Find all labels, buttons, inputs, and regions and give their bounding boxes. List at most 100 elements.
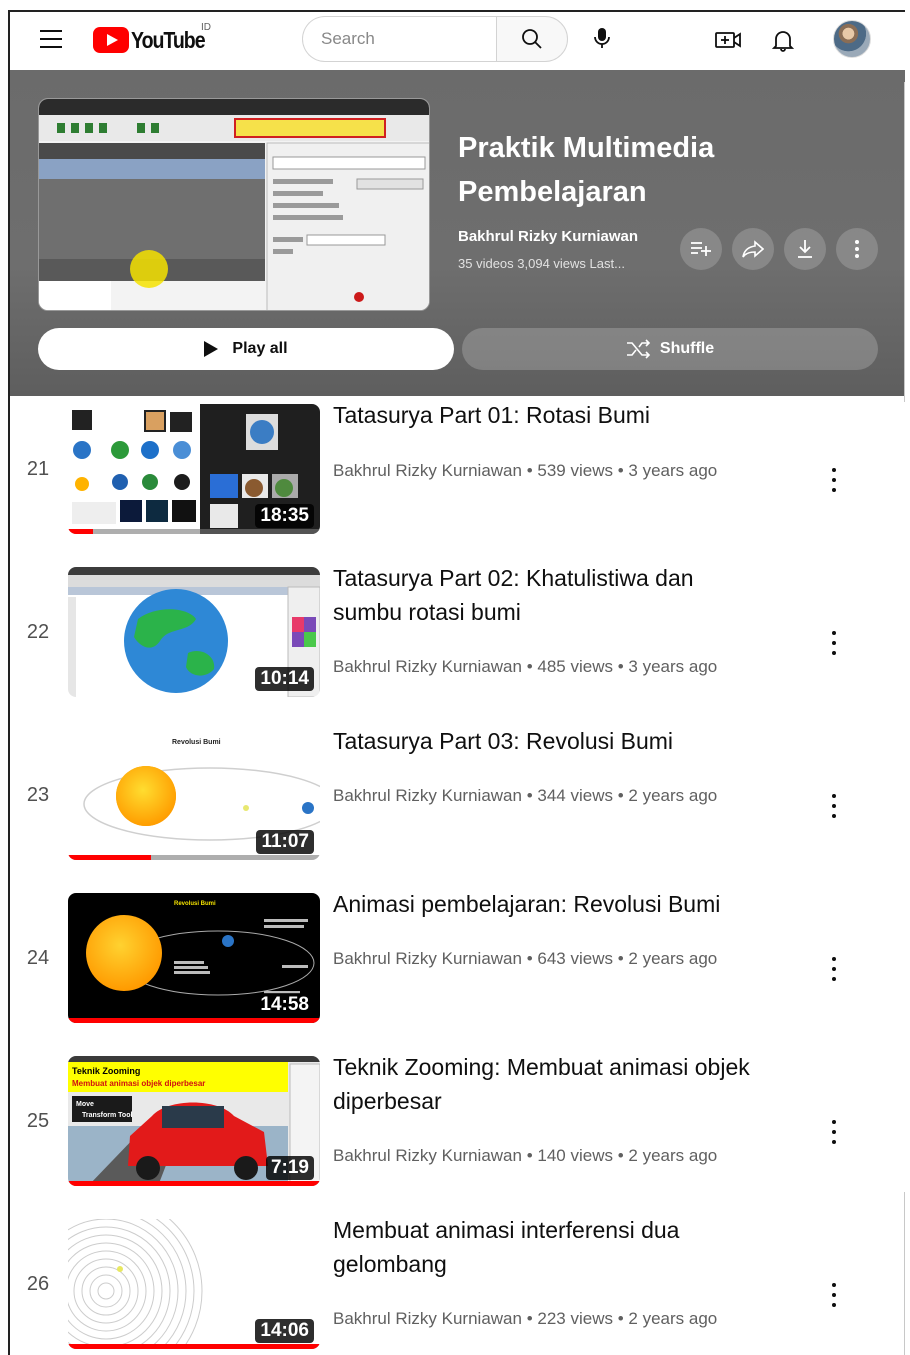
scrollbar-thumb[interactable]	[904, 1192, 905, 1355]
notifications-button[interactable]	[765, 22, 801, 58]
video-duration: 10:14	[255, 667, 314, 691]
video-title-line: gelombang	[333, 1251, 447, 1277]
video-index: 26	[26, 1273, 50, 1295]
app-frame: YouTube ID Search Praktik Multimedia Pem…	[8, 10, 905, 1355]
thumbnail-caption: Membuat animasi objek diperbesar	[72, 1079, 205, 1088]
video-thumbnail[interactable]: Revolusi Bumi 11:07	[68, 730, 320, 860]
search-button[interactable]	[496, 16, 568, 62]
video-title[interactable]: Tatasurya Part 02: Khatulistiwa dan sumb…	[333, 561, 833, 629]
search-input[interactable]: Search	[302, 16, 498, 62]
watch-progress-bar	[68, 1018, 320, 1023]
video-thumbnail[interactable]: Revolusi Bumi 14:58	[68, 893, 320, 1023]
video-row[interactable]: 26 14:06 Membuat animasi interferensi du…	[10, 1211, 905, 1355]
video-metadata: Bakhrul Rizky Kurniawan • 344 views • 2 …	[333, 786, 718, 805]
video-thumbnail[interactable]: 10:14	[68, 567, 320, 697]
video-title[interactable]: Animasi pembelajaran: Revolusi Bumi	[333, 887, 833, 921]
more-vert-icon	[855, 240, 859, 258]
playlist-title-line2: Pembelajaran	[458, 176, 647, 208]
download-icon	[798, 240, 812, 258]
video-duration: 18:35	[255, 504, 314, 528]
video-add-icon	[715, 32, 741, 48]
watch-progress-bar	[68, 1344, 320, 1349]
video-thumbnail[interactable]: Teknik Zooming Membuat animasi objek dip…	[68, 1056, 320, 1186]
video-row[interactable]: 24 Revolusi Bumi 14:58 Animasi pembelaja…	[10, 885, 905, 1048]
video-menu-button[interactable]	[827, 791, 841, 821]
video-menu-button[interactable]	[827, 1280, 841, 1310]
share-button[interactable]	[732, 228, 774, 270]
playlist-owner[interactable]: Bakhrul Rizky Kurniawan	[458, 228, 638, 245]
shuffle-button[interactable]: Shuffle	[462, 328, 878, 370]
playlist-stats: 35 videos 3,094 views Last...	[458, 256, 625, 271]
video-title-line: Tatasurya Part 03: Revolusi Bumi	[333, 728, 674, 754]
video-index: 21	[26, 458, 50, 480]
video-index: 23	[26, 784, 50, 806]
hamburger-menu-icon[interactable]	[40, 30, 62, 50]
video-index: 25	[26, 1110, 50, 1132]
scrollbar-track[interactable]	[904, 82, 905, 402]
video-row[interactable]: 22 10:14 Tatasurya Part 02: Khatulistiwa…	[10, 559, 905, 722]
video-title[interactable]: Tatasurya Part 01: Rotasi Bumi	[333, 398, 833, 432]
video-title[interactable]: Membuat animasi interferensi dua gelomba…	[333, 1213, 833, 1281]
upload-age: 2 years ago	[628, 1146, 718, 1165]
microphone-icon	[594, 28, 610, 48]
thumbnail-caption: Teknik Zooming	[72, 1066, 140, 1076]
video-metadata: Bakhrul Rizky Kurniawan • 223 views • 2 …	[333, 1309, 718, 1328]
channel-name[interactable]: Bakhrul Rizky Kurniawan	[333, 1309, 522, 1328]
channel-name[interactable]: Bakhrul Rizky Kurniawan	[333, 657, 522, 676]
shuffle-icon	[626, 339, 651, 359]
video-row[interactable]: 25 Teknik Zooming Membuat animasi objek …	[10, 1048, 905, 1211]
view-count: 643 views	[537, 949, 613, 968]
video-menu-button[interactable]	[827, 954, 841, 984]
more-actions-button[interactable]	[836, 228, 878, 270]
channel-name[interactable]: Bakhrul Rizky Kurniawan	[333, 786, 522, 805]
video-row[interactable]: 23 Revolusi Bumi 11:07 Tatasurya Part 03	[10, 722, 905, 885]
video-menu-button[interactable]	[827, 1117, 841, 1147]
video-thumbnail[interactable]: 14:06	[68, 1219, 320, 1349]
watch-progress-bar	[68, 529, 94, 534]
video-thumbnail[interactable]: 18:35	[68, 404, 320, 534]
create-video-button[interactable]	[710, 22, 746, 58]
video-title-line: Tatasurya Part 02: Khatulistiwa dan	[333, 565, 694, 591]
video-menu-button[interactable]	[827, 465, 841, 495]
shuffle-label: Shuffle	[659, 340, 715, 357]
video-duration: 11:07	[256, 830, 314, 854]
youtube-logo[interactable]: YouTube	[93, 26, 218, 54]
video-title[interactable]: Tatasurya Part 03: Revolusi Bumi	[333, 724, 833, 758]
video-title-line: Animasi pembelajaran: Revolusi Bumi	[333, 891, 721, 917]
play-icon	[204, 341, 219, 357]
upload-age: 2 years ago	[628, 786, 718, 805]
video-menu-button[interactable]	[827, 628, 841, 658]
video-title-line: diperbesar	[333, 1088, 442, 1114]
download-button[interactable]	[784, 228, 826, 270]
watch-progress-bar	[68, 855, 152, 860]
youtube-play-icon	[93, 27, 129, 53]
thumbnail-caption: Revolusi Bumi	[172, 739, 221, 746]
video-title-line: Tatasurya Part 01: Rotasi Bumi	[333, 402, 651, 428]
watch-progress-bar	[68, 1181, 320, 1186]
video-title-line: sumbu rotasi bumi	[333, 599, 521, 625]
upload-age: 3 years ago	[628, 461, 718, 480]
channel-name[interactable]: Bakhrul Rizky Kurniawan	[333, 461, 522, 480]
progress-track	[68, 529, 320, 534]
video-metadata: Bakhrul Rizky Kurniawan • 643 views • 2 …	[333, 949, 718, 968]
user-avatar[interactable]	[833, 20, 871, 58]
search-placeholder: Search	[321, 29, 375, 48]
view-count: 140 views	[537, 1146, 613, 1165]
play-all-button[interactable]: Play all	[38, 328, 454, 370]
save-to-library-button[interactable]	[680, 228, 722, 270]
playlist-add-icon	[691, 242, 711, 256]
video-metadata: Bakhrul Rizky Kurniawan • 140 views • 2 …	[333, 1146, 718, 1165]
playlist-thumbnail[interactable]	[38, 98, 430, 311]
upload-age: 3 years ago	[628, 657, 718, 676]
search-icon	[522, 29, 542, 49]
country-code: ID	[201, 22, 211, 33]
video-title-line: Membuat animasi interferensi dua	[333, 1217, 680, 1243]
video-metadata: Bakhrul Rizky Kurniawan • 485 views • 3 …	[333, 657, 718, 676]
video-row[interactable]: 21 18:35 Tatasurya Part 01: Rotasi Bumi …	[10, 396, 905, 559]
channel-name[interactable]: Bakhrul Rizky Kurniawan	[333, 949, 522, 968]
view-count: 485 views	[537, 657, 613, 676]
video-title[interactable]: Teknik Zooming: Membuat animasi objek di…	[333, 1050, 833, 1118]
video-duration: 14:58	[255, 993, 314, 1017]
channel-name[interactable]: Bakhrul Rizky Kurniawan	[333, 1146, 522, 1165]
voice-search-button[interactable]	[582, 18, 622, 58]
